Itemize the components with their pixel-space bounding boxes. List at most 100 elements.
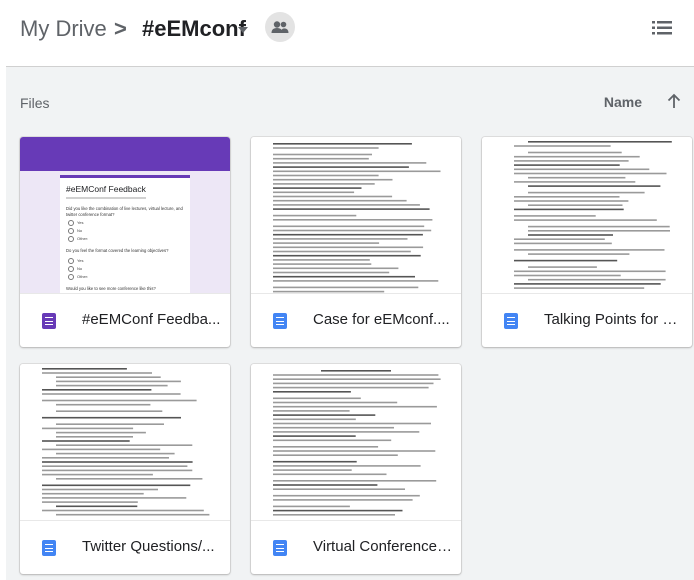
preview-text-line	[273, 157, 369, 160]
preview-text-line	[273, 233, 423, 236]
preview-text-line	[56, 505, 138, 508]
preview-text-line	[42, 473, 153, 476]
preview-text-line	[273, 242, 380, 244]
preview-text-line	[273, 401, 398, 404]
preview-text-line	[273, 143, 412, 145]
form-preview: #eEMConf Feedback Did you like the combi…	[60, 175, 190, 293]
preview-text-line	[514, 283, 661, 285]
preview-text-line	[273, 469, 352, 471]
preview-text-line	[514, 242, 612, 245]
file-thumbnail	[482, 137, 692, 294]
form-option: No	[68, 228, 82, 234]
preview-text-line	[273, 391, 351, 393]
preview-text-line	[273, 454, 398, 456]
list-view-icon[interactable]	[652, 20, 672, 36]
preview-text-line	[273, 208, 430, 210]
preview-text-line	[273, 488, 405, 490]
preview-text-line	[273, 229, 432, 232]
file-thumbnail	[251, 137, 461, 294]
preview-text-line	[273, 494, 420, 497]
sort-by-name-button[interactable]: Name	[604, 94, 642, 110]
preview-text-line	[528, 278, 666, 281]
preview-text-line	[273, 514, 395, 516]
preview-text-line	[528, 176, 626, 179]
preview-text-line	[273, 153, 372, 156]
preview-text-line	[273, 162, 427, 164]
chevron-down-icon[interactable]	[238, 27, 248, 33]
preview-text-line	[528, 151, 622, 154]
form-question: Did you like the combination of live lec…	[66, 206, 183, 217]
preview-text-line	[273, 435, 356, 437]
arrow-up-icon[interactable]	[666, 93, 682, 109]
document-preview-lines	[42, 368, 210, 516]
preview-text-line	[514, 172, 667, 175]
preview-text-line	[528, 230, 670, 232]
breadcrumb-my-drive[interactable]: My Drive	[20, 16, 107, 42]
preview-text-line	[528, 266, 597, 268]
file-thumbnail: #eEMConf Feedback Did you like the combi…	[20, 137, 230, 294]
breadcrumb-current-folder[interactable]: #eEMconf	[142, 16, 246, 42]
preview-text-line	[273, 286, 419, 289]
preview-text-line	[56, 376, 161, 378]
preview-text-line	[42, 509, 204, 512]
document-preview-lines	[273, 370, 441, 516]
preview-text-line	[273, 174, 379, 177]
preview-text-line	[273, 290, 385, 293]
file-name: Twitter Questions/...	[82, 538, 215, 555]
preview-text-line	[273, 204, 420, 206]
document-preview-lines	[514, 141, 672, 289]
preview-text-line	[514, 196, 620, 198]
preview-text-line	[42, 501, 138, 503]
preview-text-line	[514, 155, 640, 158]
file-card-virtual-conference-doc[interactable]: Virtual Conference ...	[251, 364, 461, 574]
preview-text-line	[42, 372, 152, 374]
preview-text-line	[42, 440, 130, 442]
preview-text-line	[528, 141, 672, 143]
preview-text-line	[273, 439, 392, 442]
preview-text-line	[56, 410, 163, 412]
docs-icon	[273, 313, 287, 329]
file-card-case-doc[interactable]: Case for eEMconf....	[251, 137, 461, 347]
file-card-talking-points-doc[interactable]: Talking Points for E...	[482, 137, 692, 347]
shared-folder-people-icon[interactable]	[265, 12, 295, 42]
preview-text-line	[273, 505, 350, 508]
preview-text-line	[56, 403, 151, 406]
file-card-twitter-questions-doc[interactable]: Twitter Questions/...	[20, 364, 230, 574]
preview-text-line	[273, 187, 362, 189]
preview-text-line	[514, 145, 611, 147]
preview-text-line	[273, 246, 424, 249]
preview-text-line	[514, 215, 596, 217]
preview-text-line	[273, 214, 357, 217]
preview-text-line	[514, 200, 629, 202]
preview-text-line	[56, 423, 164, 425]
preview-text-line	[56, 513, 210, 516]
preview-text-line	[42, 469, 193, 472]
preview-text-line	[273, 280, 439, 282]
preview-text-line	[273, 170, 441, 173]
preview-text-line	[514, 181, 636, 183]
preview-text-line	[273, 166, 409, 168]
preview-text-line	[42, 488, 158, 491]
preview-text-line	[42, 389, 152, 391]
form-question: Would you like to see more conference li…	[66, 286, 156, 291]
preview-text-line	[42, 448, 161, 451]
preview-text-line	[273, 263, 372, 265]
file-name: Case for eEMconf....	[313, 311, 450, 328]
preview-text-line	[514, 160, 629, 162]
preview-text-line	[56, 444, 193, 446]
preview-text-line	[273, 267, 399, 270]
preview-text-line	[273, 275, 415, 278]
preview-text-line	[514, 168, 650, 171]
preview-text-line	[514, 208, 624, 211]
preview-text-line	[273, 183, 375, 185]
files-section-label: Files	[20, 95, 50, 111]
preview-text-line	[273, 382, 434, 385]
preview-text-line	[273, 473, 387, 476]
preview-text-line	[273, 238, 408, 240]
preview-text-line	[273, 446, 379, 448]
preview-text-line	[273, 426, 394, 429]
file-card-feedback-form[interactable]: #eEMConf Feedback Did you like the combi…	[20, 137, 230, 347]
preview-text-line	[273, 422, 431, 425]
form-option: Other:	[68, 236, 88, 242]
preview-text-line	[273, 178, 393, 181]
